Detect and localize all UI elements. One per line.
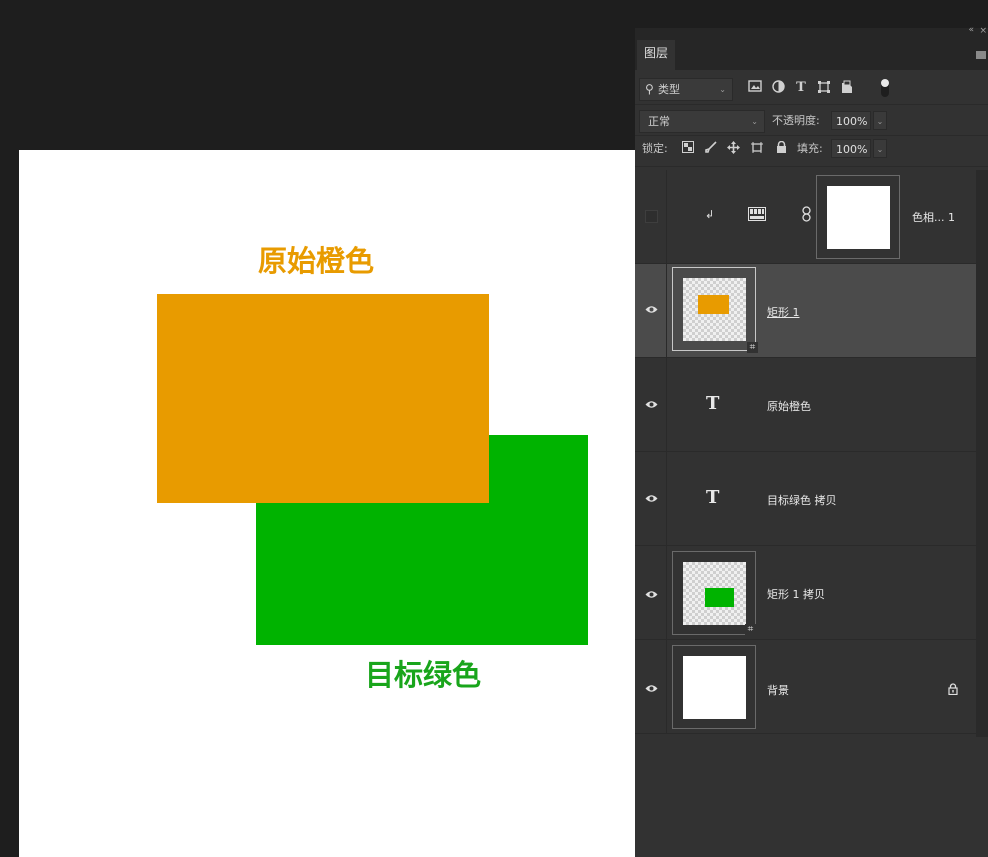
image-filter-icon[interactable]: [747, 80, 763, 96]
eye-icon[interactable]: [645, 588, 658, 602]
layer-thumbnail[interactable]: [672, 645, 756, 729]
search-icon: ⚲: [645, 82, 654, 96]
eye-icon[interactable]: [645, 303, 658, 317]
eye-icon[interactable]: [645, 682, 658, 696]
orange-shape-preview: [698, 295, 729, 314]
chevron-down-icon: ⌄: [719, 85, 726, 94]
filter-toggle-icon[interactable]: [877, 78, 893, 97]
type-filter-icon[interactable]: T: [793, 80, 809, 96]
visibility-column[interactable]: [635, 358, 667, 451]
type-layer-icon: T: [706, 487, 720, 508]
layer-row[interactable]: ⌗ 矩形 1 拷贝: [635, 546, 976, 640]
shape-filter-icon[interactable]: [816, 80, 832, 96]
layer-row[interactable]: ↲ 色相... 1: [635, 170, 976, 264]
separator: [635, 166, 988, 167]
visibility-toggle-off[interactable]: [645, 210, 658, 223]
fill-label: 填充:: [797, 142, 823, 155]
shape-layer-icon: ⌗: [745, 624, 756, 635]
green-shape-preview: [705, 588, 734, 607]
fill-input[interactable]: 100%: [831, 139, 871, 158]
layer-row-selected[interactable]: ⌗ 矩形 1: [635, 264, 976, 358]
eye-icon[interactable]: [645, 492, 658, 506]
link-icon[interactable]: [802, 206, 811, 226]
visibility-column[interactable]: [635, 170, 667, 263]
opacity-dropdown[interactable]: ⌄: [873, 111, 887, 130]
visibility-column[interactable]: [635, 264, 667, 357]
visibility-column[interactable]: [635, 452, 667, 545]
canvas-text-green[interactable]: 目标绿色: [365, 652, 481, 694]
visibility-column[interactable]: [635, 546, 667, 639]
lock-pixels-icon[interactable]: [704, 141, 718, 155]
lock-label: 锁定:: [642, 142, 668, 155]
opacity-label: 不透明度:: [772, 114, 820, 127]
layer-name[interactable]: 矩形 1: [767, 304, 800, 320]
layers-scrollbar[interactable]: [976, 170, 988, 737]
lock-artboard-icon[interactable]: [750, 141, 764, 155]
type-layer-icon: T: [706, 393, 720, 414]
blend-row: 正常 ⌄ 不透明度: 100% ⌄: [635, 108, 988, 134]
document-canvas[interactable]: 原始橙色 目标绿色: [19, 150, 635, 857]
layer-filter-row: ⚲ 类型 ⌄: [635, 76, 988, 102]
clip-arrow-icon: ↲: [705, 208, 715, 221]
orange-rectangle[interactable]: [157, 294, 489, 503]
lock-icon[interactable]: [948, 680, 958, 699]
lock-position-icon[interactable]: [726, 141, 740, 155]
filter-kind-label: 类型: [658, 83, 680, 96]
adjustment-filter-icon[interactable]: [770, 80, 786, 96]
layer-name[interactable]: 矩形 1 拷贝: [767, 586, 825, 602]
smart-object-filter-icon[interactable]: [839, 80, 855, 96]
shape-layer-icon: ⌗: [747, 342, 758, 353]
close-panel-icon[interactable]: ×: [979, 26, 987, 36]
layers-list: ↲ 色相... 1 ⌗ 矩形 1 T 原始橙色 T 目标绿色 拷贝 ⌗ 矩形 1…: [635, 170, 976, 737]
filter-kind-select[interactable]: ⚲ 类型 ⌄: [639, 78, 733, 101]
collapse-panel-icon[interactable]: «: [968, 25, 974, 35]
layer-thumbnail[interactable]: ⌗: [672, 551, 756, 635]
blend-mode-select[interactable]: 正常 ⌄: [639, 110, 765, 133]
panel-tab-bar: 图层: [635, 40, 988, 70]
layer-thumbnail[interactable]: ⌗: [672, 267, 758, 353]
layers-panel-empty-area: [635, 737, 988, 857]
lock-row: 锁定: 填充: 100% ⌄: [635, 138, 988, 164]
layer-name[interactable]: 色相... 1: [912, 209, 955, 225]
canvas-text-orange[interactable]: 原始橙色: [258, 238, 374, 280]
adjustment-thumbnail-icon: [748, 206, 766, 225]
opacity-input[interactable]: 100%: [831, 111, 871, 130]
panel-menu-icon[interactable]: [976, 51, 986, 59]
visibility-column[interactable]: [635, 640, 667, 733]
layer-row[interactable]: T 目标绿色 拷贝: [635, 452, 976, 546]
layer-row[interactable]: T 原始橙色: [635, 358, 976, 452]
separator: [635, 104, 988, 105]
layer-name[interactable]: 目标绿色 拷贝: [767, 492, 837, 508]
layer-row[interactable]: 背景: [635, 640, 976, 734]
panel-title-strip: « ×: [635, 25, 988, 40]
layers-panel: « × 图层 ⚲ 类型 ⌄ T 正常 ⌄ 不透明度: 100% ⌄ 锁定: 填充…: [635, 25, 988, 857]
blend-mode-value: 正常: [648, 115, 670, 128]
lock-all-icon[interactable]: [774, 140, 788, 155]
lock-transparency-icon[interactable]: [681, 141, 695, 155]
eye-icon[interactable]: [645, 398, 658, 412]
tab-layers[interactable]: 图层: [637, 40, 675, 70]
fill-dropdown[interactable]: ⌄: [873, 139, 887, 158]
layer-mask-thumbnail[interactable]: [816, 175, 900, 259]
chevron-down-icon: ⌄: [751, 117, 758, 126]
separator: [635, 135, 988, 136]
layer-name[interactable]: 背景: [767, 682, 789, 698]
layer-name[interactable]: 原始橙色: [767, 398, 811, 414]
